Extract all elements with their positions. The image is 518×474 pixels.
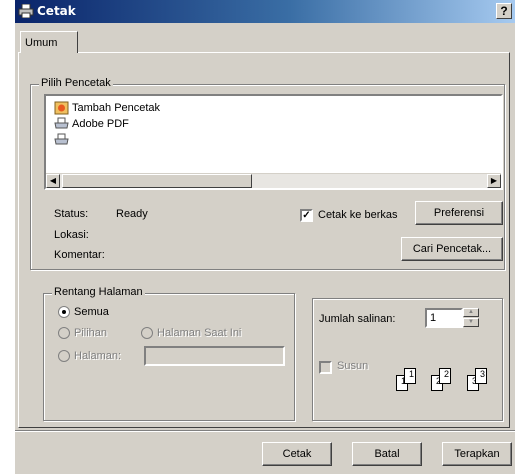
- collate-page: 2: [439, 368, 451, 384]
- collate-page: 1: [404, 368, 416, 384]
- location-label: Lokasi:: [54, 229, 89, 241]
- radio-current-page[interactable]: [141, 327, 153, 339]
- list-item[interactable]: [54, 133, 254, 148]
- footer-divider: [15, 430, 515, 431]
- print-to-file-checkbox[interactable]: ✓: [300, 209, 313, 222]
- radio-all-label: Semua: [74, 306, 109, 318]
- comment-label: Komentar:: [54, 249, 105, 261]
- radio-pages[interactable]: [58, 350, 70, 362]
- title-bar[interactable]: Cetak ?: [15, 0, 515, 23]
- list-item[interactable]: Tambah Pencetak: [54, 101, 254, 116]
- copies-input[interactable]: 1: [425, 308, 463, 328]
- printer-icon: [54, 133, 69, 147]
- help-button[interactable]: ?: [496, 3, 512, 19]
- find-printer-button[interactable]: Cari Pencetak...: [401, 237, 503, 261]
- scroll-left-icon[interactable]: ◀: [46, 174, 60, 188]
- tab-umum[interactable]: Umum: [20, 31, 78, 53]
- horizontal-scrollbar[interactable]: ◀ ▶: [46, 173, 501, 188]
- print-dialog: Cetak ? Umum Pilih Pencetak Tambah Pence…: [15, 0, 515, 474]
- list-item[interactable]: Adobe PDF: [54, 117, 254, 132]
- printer-group-legend: Pilih Pencetak: [39, 77, 113, 89]
- collate-checkbox[interactable]: [319, 361, 332, 374]
- spin-down-icon[interactable]: ▼: [463, 318, 479, 327]
- radio-selection-label: Pilihan: [74, 327, 108, 339]
- window-title: Cetak: [37, 4, 76, 18]
- radio-selection[interactable]: [58, 327, 70, 339]
- pages-input[interactable]: [144, 346, 285, 366]
- copies-spinner[interactable]: ▲ ▼: [463, 308, 479, 328]
- status-value: Ready: [116, 208, 148, 220]
- copies-label: Jumlah salinan:: [319, 313, 396, 325]
- radio-all[interactable]: [58, 306, 70, 318]
- collate-label: Susun: [337, 360, 369, 372]
- spin-up-icon[interactable]: ▲: [463, 308, 479, 317]
- print-button[interactable]: Cetak: [262, 442, 332, 466]
- collate-page: 3: [475, 368, 487, 384]
- add-printer-icon: [54, 101, 69, 115]
- scroll-right-icon[interactable]: ▶: [487, 174, 501, 188]
- cancel-button[interactable]: Batal: [352, 442, 422, 466]
- printer-list[interactable]: Tambah Pencetak Adobe PDF ◀ ▶: [44, 94, 503, 190]
- preferences-button[interactable]: Preferensi: [415, 201, 503, 225]
- radio-pages-label: Halaman:: [74, 350, 122, 362]
- print-to-file-label: Cetak ke berkas: [318, 209, 398, 221]
- printer-icon: [54, 117, 69, 131]
- printer-icon: [18, 3, 34, 19]
- apply-button[interactable]: Terapkan: [442, 442, 512, 466]
- radio-current-page-label: Halaman Saat Ini: [157, 327, 242, 339]
- status-label: Status:: [54, 208, 89, 220]
- page-range-legend: Rentang Halaman: [52, 286, 145, 298]
- scroll-thumb[interactable]: [62, 174, 252, 188]
